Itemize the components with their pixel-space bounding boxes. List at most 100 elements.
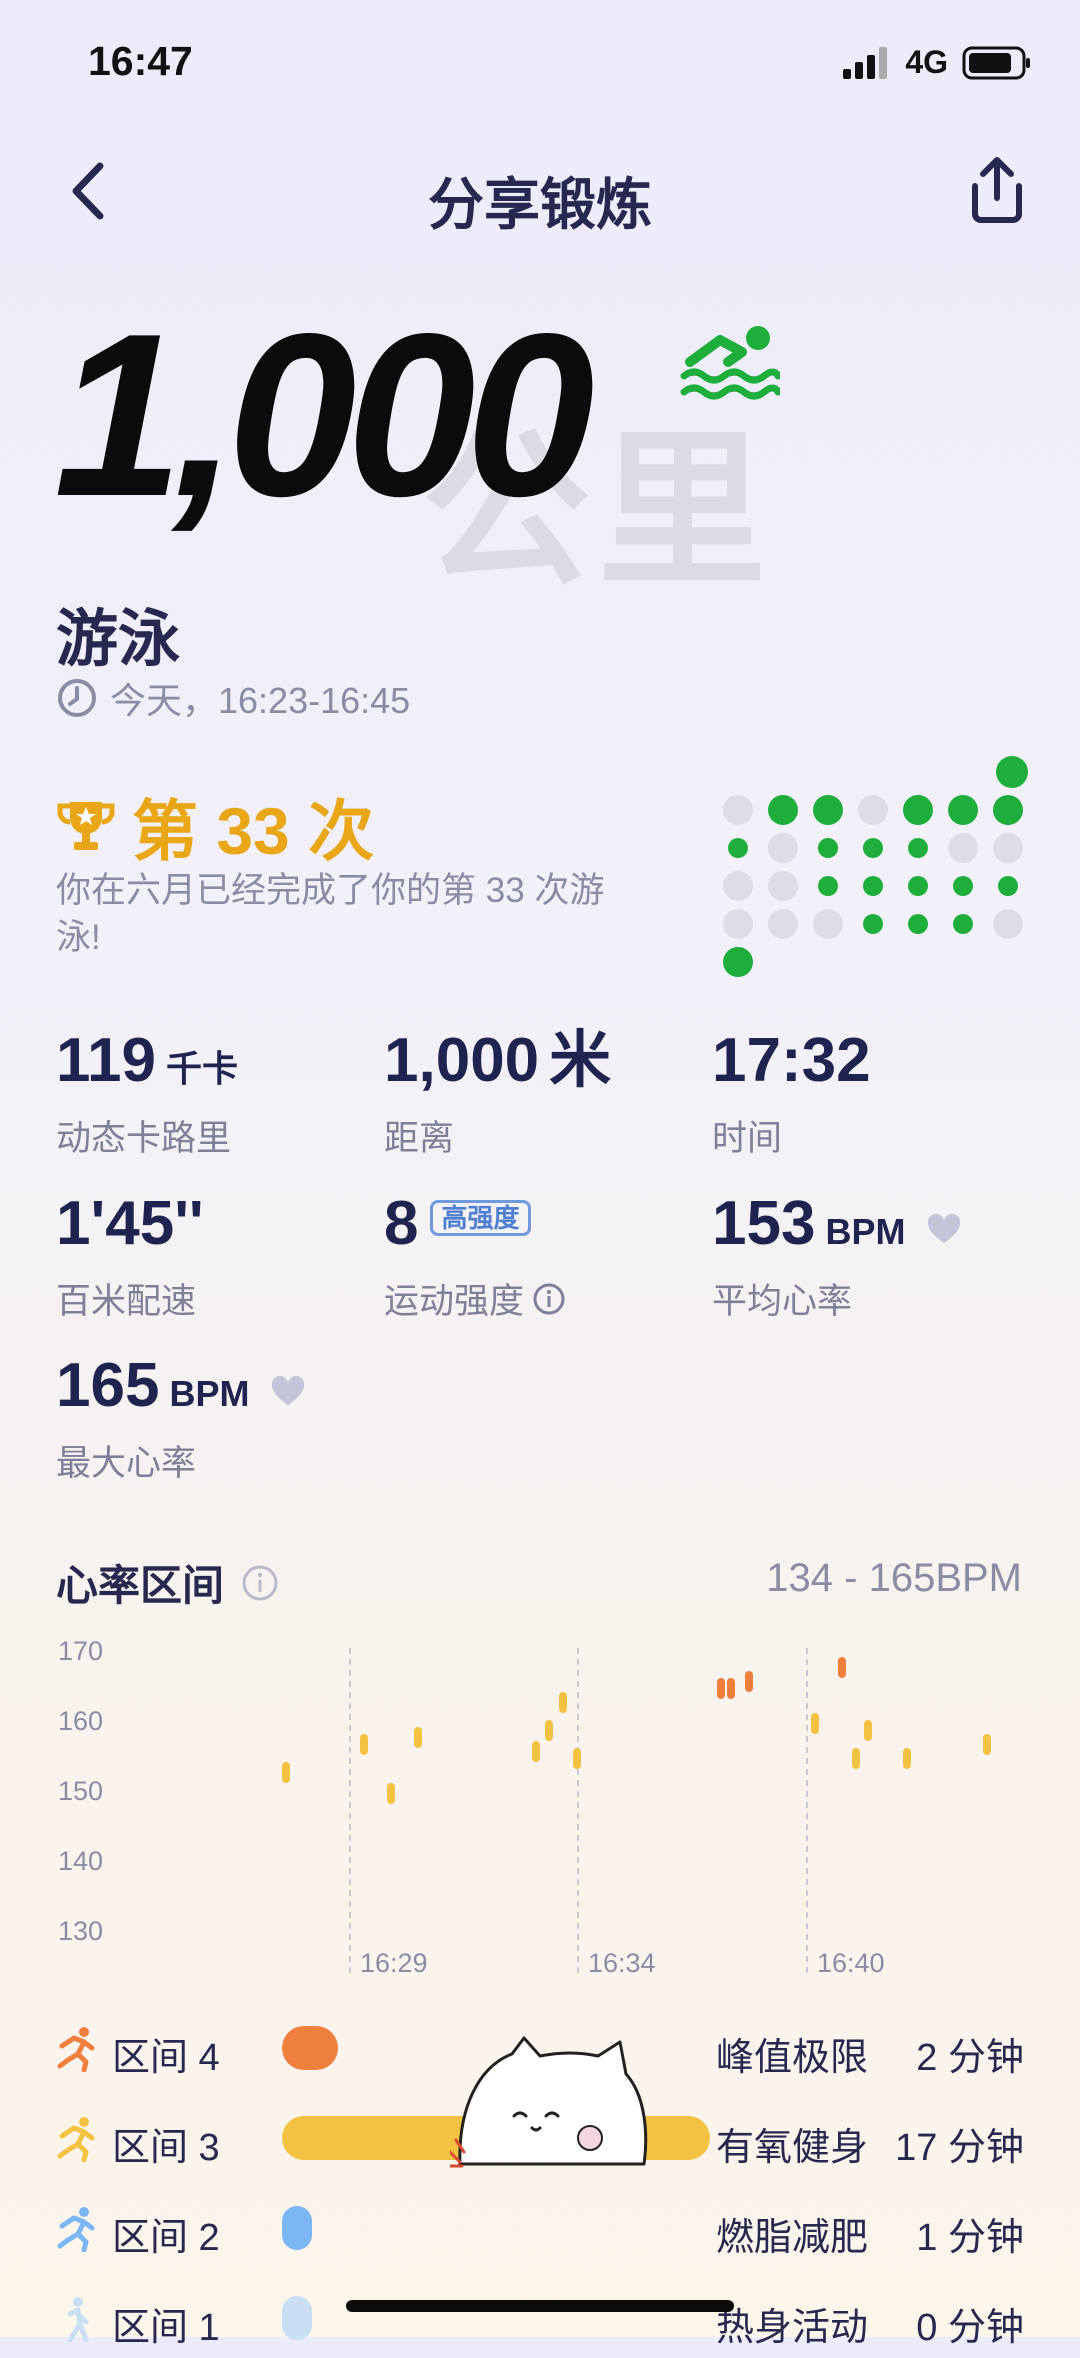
pace-value: 1'45'' [56, 1189, 204, 1258]
activity-dot [723, 947, 753, 977]
stat-avg-heart-rate: 153 BPM 平均心率 [712, 1193, 961, 1324]
hr-bar [387, 1783, 395, 1804]
distance-label: 距离 [384, 1119, 455, 1158]
hr-bar [282, 1762, 290, 1783]
distance-unit: 米 [549, 1026, 612, 1095]
signal-icon [843, 46, 888, 79]
page-title: 分享锻炼 [428, 173, 652, 236]
avg-hr-value: 153 [712, 1189, 816, 1258]
activity-dot [908, 838, 928, 858]
activity-dot [993, 833, 1023, 863]
intensity-badge: 高强度 [430, 1199, 531, 1236]
hr-bar [545, 1720, 553, 1741]
stat-pace: 1'45'' 百米配速 [56, 1193, 204, 1324]
activity-dot [948, 795, 978, 825]
pace-label: 百米配速 [56, 1282, 197, 1321]
hr-bar [717, 1678, 725, 1699]
max-hr-unit: BPM [169, 1373, 250, 1414]
activity-dot [728, 838, 748, 858]
network-label: 4G [905, 44, 948, 80]
calories-label: 动态卡路里 [56, 1119, 232, 1158]
status-icons: 4G [843, 44, 1032, 81]
battery-icon [962, 46, 1030, 79]
share-button[interactable] [962, 150, 1032, 230]
zone-duration: 2 分钟 [916, 2037, 1024, 2079]
max-hr-value: 165 [56, 1351, 160, 1420]
intensity-label: 运动强度 [384, 1282, 525, 1321]
zone-name: 区间 3 [112, 2127, 220, 2169]
zone-bar [282, 2206, 312, 2250]
y-tick-label: 170 [58, 1636, 103, 1666]
hr-bar [838, 1657, 846, 1678]
y-tick-label: 130 [58, 1916, 103, 1946]
achievement-row: 第 33 次 [56, 778, 374, 874]
distance-value: 1,000 [384, 1026, 540, 1095]
zone-duration: 1 分钟 [916, 2217, 1024, 2259]
activity-dot [908, 876, 928, 896]
hr-bar [360, 1734, 368, 1755]
hr-bar [573, 1748, 581, 1769]
activity-dot [863, 914, 883, 934]
calories-value: 119 [56, 1026, 157, 1095]
runner-icon [56, 2026, 96, 2077]
heart-rate-chart: 170 160 150 140 130 16:29 16:34 16:40 [0, 1620, 1080, 1995]
info-icon[interactable] [532, 1282, 566, 1316]
activity-dot [813, 795, 843, 825]
activity-dot [863, 838, 883, 858]
trophy-icon [57, 802, 115, 850]
clock-icon [58, 679, 96, 717]
activity-dot [948, 833, 978, 863]
activity-dot [818, 876, 838, 896]
heart-icon [271, 1375, 304, 1405]
zone-name: 区间 1 [112, 2307, 220, 2349]
home-indicator[interactable] [346, 2300, 734, 2312]
stat-intensity: 8 高强度 运动强度 [384, 1193, 566, 1324]
zone-description: 热身活动 [716, 2307, 869, 2349]
hr-bar [745, 1671, 753, 1692]
walker-icon [56, 2296, 96, 2347]
activity-dot [993, 795, 1023, 825]
activity-dot [768, 795, 798, 825]
activity-dot [858, 795, 888, 825]
heart-rate-range: 134 - 165BPM [766, 1556, 1022, 1600]
activity-dot [998, 876, 1018, 896]
achievement-title: 第 33 次 [132, 794, 375, 868]
zone-row: 区间 1 热身活动 0 分钟 [56, 2288, 1024, 2358]
monthly-activity-dots [710, 750, 1040, 995]
time-range: 今天，16:23-16:45 [110, 680, 411, 721]
hr-bar [852, 1748, 860, 1769]
zone-duration: 0 分钟 [916, 2307, 1024, 2349]
zone-row: 区间 2 燃脂减肥 1 分钟 [56, 2198, 1024, 2268]
hr-bar [983, 1734, 991, 1755]
activity-dot [818, 838, 838, 858]
activity-dot [723, 909, 753, 939]
x-tick-label: 16:34 [588, 1948, 656, 1978]
zone-description: 峰值极限 [716, 2037, 869, 2079]
activity-dot [768, 833, 798, 863]
hr-bar [903, 1748, 911, 1769]
zone-duration: 17 分钟 [895, 2127, 1024, 2169]
intensity-value: 8 [384, 1189, 419, 1258]
info-icon[interactable] [240, 1563, 280, 1603]
zone-name: 区间 2 [112, 2217, 220, 2259]
hr-bar [864, 1720, 872, 1741]
heart-icon [927, 1213, 960, 1243]
avg-hr-unit: BPM [825, 1211, 906, 1252]
activity-dot [953, 876, 973, 896]
stat-distance: 1,000 米 距离 [384, 1030, 611, 1161]
activity-dot [813, 909, 843, 939]
runner-icon [56, 2206, 96, 2257]
activity-dot [903, 795, 933, 825]
runner-icon [56, 2116, 96, 2167]
y-tick-label: 140 [58, 1846, 103, 1876]
share-icon [972, 157, 1022, 223]
hr-bar [414, 1727, 422, 1748]
activity-dot [908, 914, 928, 934]
zone-bar [282, 2296, 312, 2340]
hr-bar [727, 1678, 735, 1699]
y-tick-label: 150 [58, 1776, 103, 1806]
activity-dot [723, 795, 753, 825]
swimming-icon [680, 318, 782, 409]
max-hr-label: 最大心率 [56, 1444, 197, 1483]
stat-max-heart-rate: 165 BPM 最大心率 [56, 1355, 305, 1486]
